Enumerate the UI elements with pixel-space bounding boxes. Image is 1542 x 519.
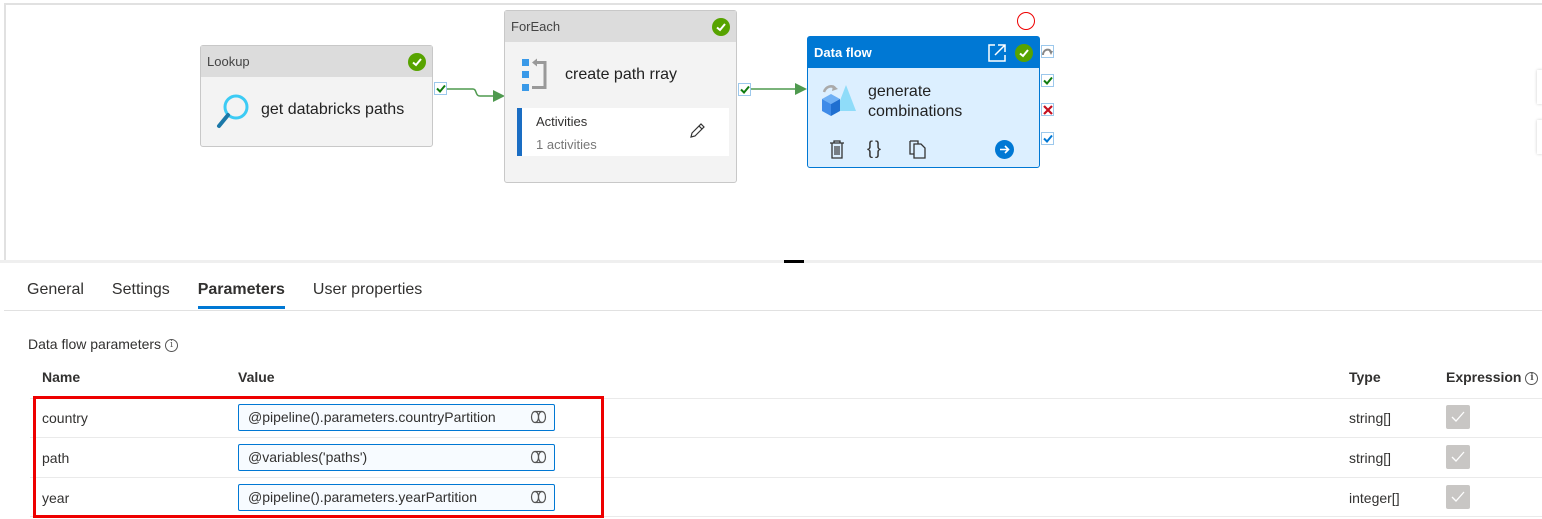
activity-name: generate combinations (868, 82, 962, 122)
annotation-highlight-box (33, 396, 604, 518)
section-title-text: Data flow parameters (28, 336, 162, 352)
edit-pencil-icon[interactable] (688, 122, 706, 140)
connector-arrow (751, 83, 807, 95)
column-header-expression: Expression i (1446, 369, 1539, 385)
activity-type-label: Data flow (814, 45, 872, 60)
splitter-handle[interactable] (784, 260, 804, 263)
tab-parameters[interactable]: Parameters (197, 277, 286, 309)
skip-connector[interactable] (1041, 45, 1054, 58)
success-connector[interactable] (1041, 74, 1054, 87)
annotation-circle (1017, 12, 1035, 30)
panel-splitter[interactable] (0, 260, 1542, 263)
completion-connector[interactable] (1041, 132, 1054, 145)
activity-lookup[interactable]: Lookup get databricks paths (200, 45, 433, 147)
properties-tabs: General Settings Parameters User propert… (27, 277, 450, 309)
activity-name: create path rray (565, 66, 678, 83)
canvas-side-button[interactable] (1537, 70, 1542, 104)
success-check-icon (408, 52, 426, 71)
activity-dataflow[interactable]: Data flow generate combinations {} (807, 36, 1040, 168)
tabs-divider (4, 310, 1542, 311)
magnifier-icon (217, 94, 249, 128)
success-connector[interactable] (434, 82, 447, 95)
expression-checkbox[interactable] (1446, 445, 1470, 469)
open-external-icon[interactable] (987, 43, 1007, 63)
success-check-icon (712, 17, 730, 36)
activity-name-line2: combinations (868, 103, 963, 120)
activity-name-line1: generate (868, 83, 932, 100)
activity-foreach[interactable]: ForEach create path rray Activities 1 ac… (504, 10, 737, 183)
copy-icon[interactable] (909, 140, 927, 159)
section-title: Data flow parameters i (28, 336, 179, 352)
param-type: string[] (1349, 450, 1392, 466)
column-header-value: Value (238, 369, 275, 385)
tab-user-properties[interactable]: User properties (313, 277, 422, 307)
delete-icon[interactable] (829, 140, 845, 159)
info-icon[interactable]: i (1525, 372, 1539, 385)
success-connector[interactable] (738, 83, 751, 96)
failure-connector[interactable] (1041, 103, 1054, 116)
expression-checkbox[interactable] (1446, 485, 1470, 509)
inner-activities-label: Activities (536, 114, 588, 129)
canvas-side-button[interactable] (1537, 120, 1542, 154)
foreach-icon (522, 58, 547, 91)
tab-settings[interactable]: Settings (112, 277, 170, 307)
go-arrow-icon[interactable] (995, 140, 1014, 159)
expression-checkbox[interactable] (1446, 405, 1470, 429)
activity-type-label: Lookup (207, 54, 250, 69)
inner-activities-count: 1 activities (536, 137, 597, 152)
param-type: string[] (1349, 410, 1392, 426)
code-braces-icon[interactable]: {} (867, 138, 883, 159)
tab-general[interactable]: General (27, 277, 84, 307)
column-header-expression-text: Expression (1446, 369, 1522, 385)
dataflow-icon (822, 85, 856, 116)
inner-activities-panel[interactable]: Activities 1 activities (517, 108, 729, 156)
activity-type-label: ForEach (511, 19, 561, 34)
activity-name: get databricks paths (261, 101, 405, 118)
connector-arrow (447, 88, 505, 102)
success-check-icon (1015, 43, 1033, 62)
info-icon[interactable]: i (165, 339, 179, 352)
param-type: integer[] (1349, 490, 1400, 506)
column-header-type: Type (1349, 369, 1381, 385)
column-header-name: Name (42, 369, 81, 385)
